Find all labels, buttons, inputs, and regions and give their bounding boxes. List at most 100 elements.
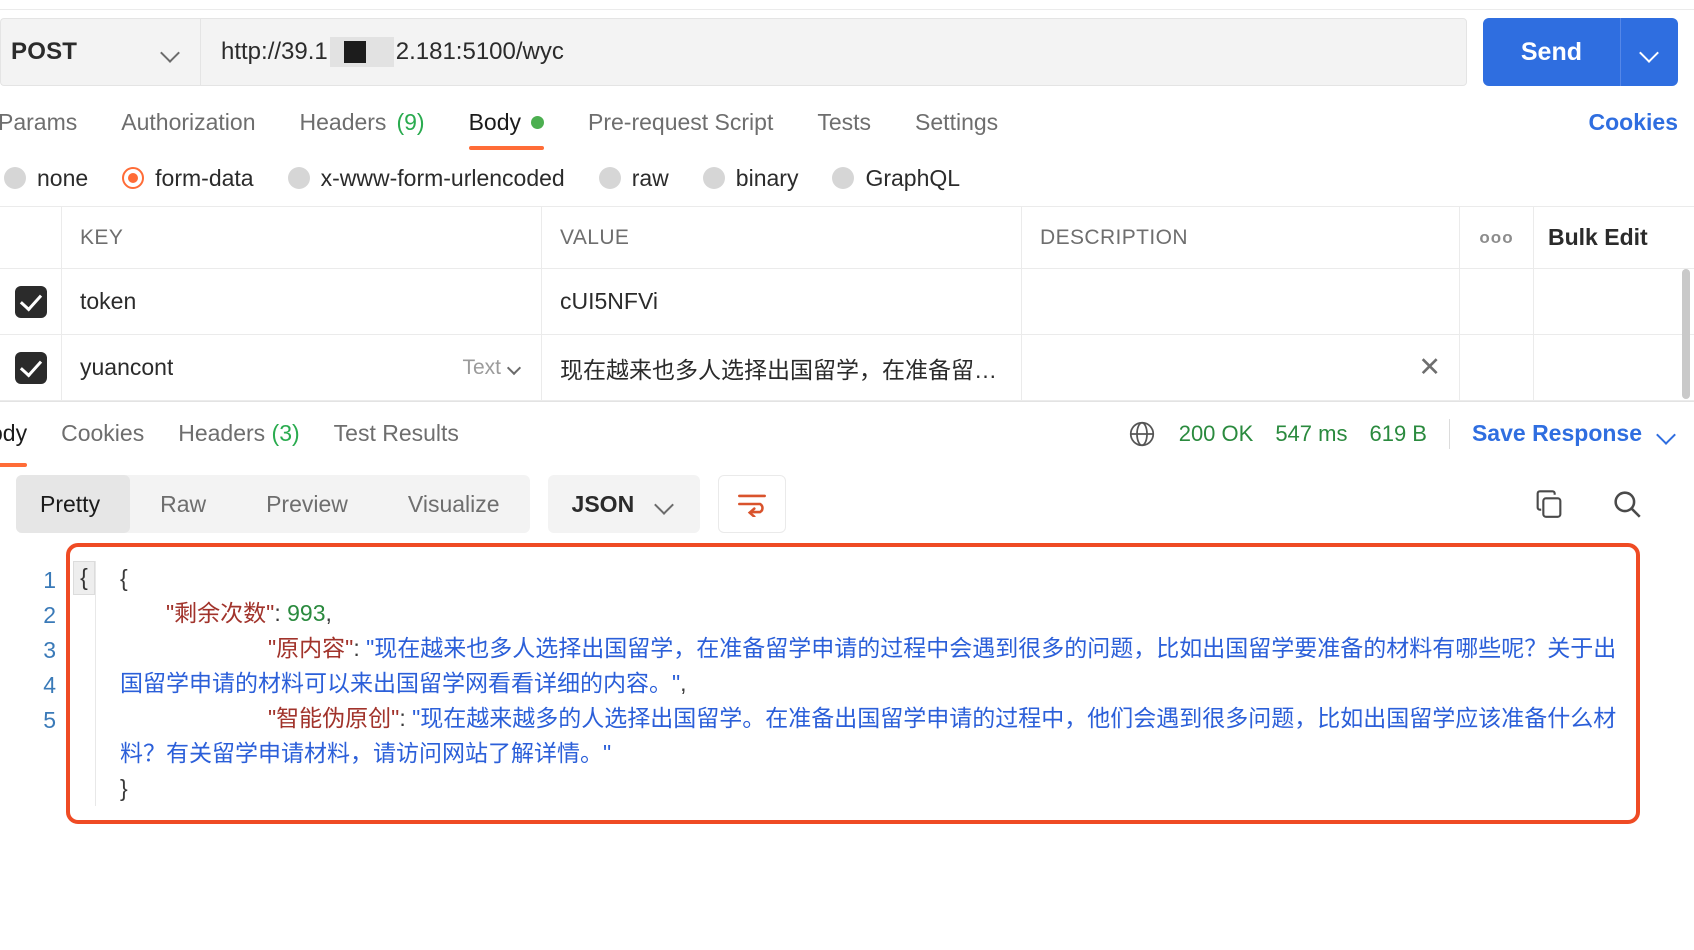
response-actions [1532, 487, 1678, 521]
row-spacer-cell [1460, 269, 1534, 334]
http-method-label: POST [11, 38, 78, 65]
line-numbers: 1 2 3 4 5 [43, 567, 56, 733]
top-strip [0, 0, 1694, 10]
header-checkbox-cell [0, 207, 62, 268]
row-description-cell[interactable] [1022, 269, 1460, 334]
url-prefix: http://39.1 [221, 38, 328, 65]
save-response-button[interactable]: Save Response [1472, 420, 1678, 447]
tab-tests[interactable]: Tests [817, 109, 893, 150]
body-type-form-data[interactable]: form-data [122, 164, 254, 192]
tab-body[interactable]: Body [468, 109, 566, 150]
chevron-down-icon [1656, 423, 1678, 445]
json-comma: , [325, 600, 332, 626]
search-icon[interactable] [1610, 487, 1644, 521]
form-data-table: KEY VALUE DESCRIPTION ooo Bulk Edit toke… [0, 206, 1694, 401]
table-scrollbar[interactable] [1682, 269, 1690, 399]
table-row[interactable]: token cUI5NFVi [0, 269, 1694, 335]
json-key: "剩余次数" [166, 600, 275, 626]
url-suffix: 2.181:5100/wyc [395, 38, 564, 65]
body-present-dot-icon [531, 116, 544, 129]
json-code[interactable]: { "剩余次数": 993, "原内容": "现在越来也多人选择出国留学，在准备… [96, 561, 1636, 806]
view-mode-raw[interactable]: Raw [130, 475, 236, 533]
bulk-edit-button[interactable]: Bulk Edit [1534, 207, 1694, 268]
response-meta: 200 OK 547 ms 619 B Save Response [1127, 418, 1678, 449]
view-mode-preview[interactable]: Preview [236, 475, 378, 533]
tab-settings[interactable]: Settings [915, 109, 1020, 150]
response-tab-label: Headers [178, 420, 266, 446]
response-tab-label: Test Results [333, 420, 459, 446]
table-more-options-button[interactable]: ooo [1460, 207, 1534, 268]
radio-label: binary [735, 164, 799, 191]
radio-icon [287, 167, 310, 189]
response-tab-headers[interactable]: Headers (3) [178, 420, 299, 447]
response-format-selector[interactable]: JSON [547, 475, 701, 533]
body-type-none[interactable]: none [4, 165, 88, 192]
chevron-down-icon [507, 360, 523, 376]
body-type-binary[interactable]: binary [702, 164, 799, 192]
view-mode-pretty[interactable]: Pretty [16, 475, 131, 533]
wrap-lines-button[interactable] [718, 475, 787, 533]
row-type-label: Text [462, 355, 501, 379]
row-value-text: cUI5NFVi [560, 288, 658, 314]
view-mode-label: Preview [266, 490, 348, 517]
request-tabs: Params Authorization Headers (9) Body Pr… [0, 94, 1694, 150]
response-tab-body[interactable]: ody [0, 420, 28, 467]
row-value-cell[interactable]: 现在越来也多人选择出国留学，在准备留学... [542, 335, 1022, 400]
row-value-cell[interactable]: cUI5NFVi [542, 269, 1022, 334]
fold-brace-marker: { [73, 561, 95, 595]
json-colon: : [399, 705, 413, 731]
row-end-cell [1534, 269, 1694, 334]
tab-label: Pre-request Script [588, 109, 774, 135]
view-mode-label: Raw [160, 490, 207, 517]
response-status: 200 OK [1178, 420, 1254, 446]
radio-label: GraphQL [865, 164, 961, 191]
copy-icon[interactable] [1532, 487, 1566, 521]
cookies-link[interactable]: Cookies [1589, 109, 1678, 150]
url-bar-row: POST http://39.1 2.181:5100/wyc Send [0, 10, 1694, 94]
header-key-cell: KEY [62, 207, 542, 268]
body-type-raw[interactable]: raw [598, 165, 669, 192]
divider [1448, 418, 1450, 449]
code-fold-strip[interactable]: { [70, 561, 96, 806]
body-type-x-www-form-urlencoded[interactable]: x-www-form-urlencoded [287, 165, 565, 192]
row-checkbox[interactable] [0, 269, 62, 334]
checkbox-checked-icon [14, 351, 47, 384]
http-method-selector[interactable]: POST [0, 18, 200, 86]
remove-row-icon[interactable]: ✕ [1418, 354, 1441, 381]
response-tab-test-results[interactable]: Test Results [334, 420, 459, 447]
response-tabs-row: ody Cookies Headers (3) Test Results 200… [0, 401, 1694, 467]
radio-label: form-data [155, 164, 254, 191]
radio-icon [702, 167, 725, 189]
tab-label: Tests [817, 109, 872, 135]
response-time: 547 ms [1275, 420, 1348, 446]
line-number-gutter: 1 2 3 4 5 [26, 563, 56, 738]
send-options-button[interactable] [1620, 18, 1678, 86]
json-colon: : [274, 600, 288, 626]
tab-authorization[interactable]: Authorization [121, 109, 277, 150]
view-mode-visualize[interactable]: Visualize [378, 475, 530, 533]
tab-label: Headers [299, 109, 387, 135]
row-description-cell[interactable]: ✕ [1022, 335, 1460, 400]
save-response-label: Save Response [1471, 420, 1642, 446]
table-row[interactable]: yuancont Text 现在越来也多人选择出国留学，在准备留学... ✕ [0, 335, 1694, 401]
chevron-down-icon [654, 493, 676, 515]
row-key-cell[interactable]: yuancont Text [62, 335, 542, 400]
row-key-cell[interactable]: token [62, 269, 542, 334]
tab-headers[interactable]: Headers (9) [300, 109, 447, 150]
tab-pre-request-script[interactable]: Pre-request Script [588, 109, 795, 150]
send-button[interactable]: Send [1482, 18, 1620, 86]
radio-icon [4, 167, 26, 189]
tab-label: Settings [915, 109, 999, 135]
url-text: http://39.1 2.181:5100/wyc [221, 37, 564, 67]
bulk-edit-label: Bulk Edit [1548, 224, 1648, 250]
response-tab-cookies[interactable]: Cookies [61, 420, 144, 447]
body-type-graphql[interactable]: GraphQL [832, 165, 960, 192]
row-checkbox[interactable] [0, 335, 62, 400]
url-input[interactable]: http://39.1 2.181:5100/wyc [200, 18, 1467, 86]
row-key-text: yuancont [80, 354, 174, 380]
response-body-highlight-box: 1 2 3 4 5 { { "剩余次数": 993, "原内容": "现在越来也… [43, 543, 1640, 824]
chevron-down-icon [160, 41, 182, 63]
tab-params[interactable]: Params [0, 109, 99, 150]
row-type-selector[interactable]: Text [462, 356, 523, 380]
json-close-brace: } [120, 775, 128, 801]
